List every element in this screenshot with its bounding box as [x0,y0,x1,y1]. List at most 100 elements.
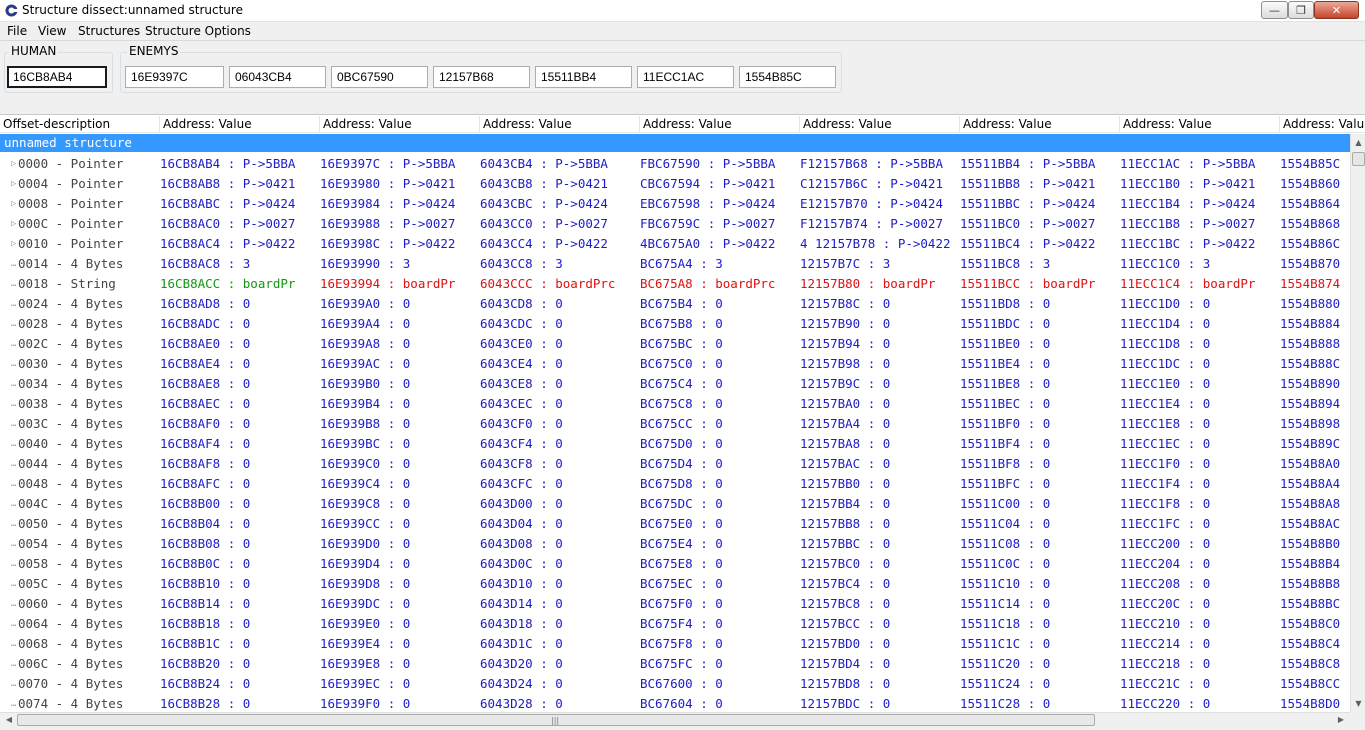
tree-row[interactable]: ▷ 000C - Pointer 16CB8AC0 : P->0027 16E9398… [0,214,1350,234]
address-value-cell[interactable]: 16E9397C : P->5BBA [320,154,480,174]
address-value-cell[interactable]: 16CB8AC0 : P->0027 [160,214,320,234]
address-value-cell[interactable]: 1554B898 [1280,414,1350,434]
address-value-cell[interactable]: 6043CBC : P->0424 [480,194,640,214]
address-value-cell[interactable]: 16CB8AC4 : P->0422 [160,234,320,254]
address-value-cell[interactable]: 12157BCC : 0 [800,614,960,634]
tree-row[interactable]: … 0074 - 4 Bytes 16CB8B28 : 0 16E939F0 : 06… [0,694,1350,712]
menu-file[interactable]: File [7,24,27,38]
address-value-cell[interactable]: FBC67590 : P->5BBA [640,154,800,174]
address-value-cell[interactable]: F12157B74 : P->0027 [800,214,960,234]
tree-row[interactable]: … 005C - 4 Bytes 16CB8B10 : 0 16E939D8 : 06… [0,574,1350,594]
minimize-button[interactable]: — [1261,1,1288,19]
tree-row[interactable]: … 0060 - 4 Bytes 16CB8B14 : 0 16E939DC : 06… [0,594,1350,614]
address-value-cell[interactable]: BC675E0 : 0 [640,514,800,534]
enemy-address-input-1[interactable]: 16E9397C [125,66,224,88]
tree-row[interactable]: … 0050 - 4 Bytes 16CB8B04 : 0 16E939CC : 06… [0,514,1350,534]
address-value-cell[interactable]: 12157BAC : 0 [800,454,960,474]
address-value-cell[interactable]: 1554B8AC [1280,514,1350,534]
vertical-scroll-thumb[interactable] [1352,152,1365,166]
address-value-cell[interactable]: 15511C00 : 0 [960,494,1120,514]
address-value-cell[interactable]: 6043CC4 : P->0422 [480,234,640,254]
address-value-cell[interactable]: 1554B8A0 [1280,454,1350,474]
tree-row[interactable]: ▷ 0010 - Pointer 16CB8AC4 : P->0422 16E9398… [0,234,1350,254]
address-value-cell[interactable]: 12157BDC : 0 [800,694,960,712]
address-value-cell[interactable]: 15511C20 : 0 [960,654,1120,674]
address-value-cell[interactable]: 15511BDC : 0 [960,314,1120,334]
address-value-cell[interactable]: 16E939D8 : 0 [320,574,480,594]
address-value-cell[interactable]: 16E939E4 : 0 [320,634,480,654]
address-value-cell[interactable]: 1554B880 [1280,294,1350,314]
address-value-cell[interactable]: 15511BBC : P->0424 [960,194,1120,214]
address-value-cell[interactable]: 1554B874 [1280,274,1350,294]
address-value-cell[interactable]: 15511BCC : boardPr [960,274,1120,294]
close-button[interactable]: ✕ [1314,1,1359,19]
enemy-address-input-2[interactable]: 06043CB4 [229,66,326,88]
address-value-cell[interactable]: 1554B86C [1280,234,1350,254]
enemy-address-input-5[interactable]: 15511BB4 [535,66,632,88]
address-value-cell[interactable]: 16CB8AC8 : 3 [160,254,320,274]
structure-tree[interactable]: unnamed structure ▷ 0000 - Pointer 16CB8AB… [0,134,1350,712]
address-value-cell[interactable]: BC675B4 : 0 [640,294,800,314]
address-value-cell[interactable]: 12157BC4 : 0 [800,574,960,594]
address-value-cell[interactable]: 6043D00 : 0 [480,494,640,514]
address-value-cell[interactable]: 6043CE8 : 0 [480,374,640,394]
address-value-cell[interactable]: 16CB8B18 : 0 [160,614,320,634]
address-value-cell[interactable]: 16CB8AF4 : 0 [160,434,320,454]
address-value-cell[interactable]: 16CB8AE0 : 0 [160,334,320,354]
address-value-cell[interactable]: 6043D10 : 0 [480,574,640,594]
tree-row[interactable]: … 0014 - 4 Bytes 16CB8AC8 : 3 16E93990 : 36… [0,254,1350,274]
address-value-cell[interactable]: 16CB8ADC : 0 [160,314,320,334]
address-value-cell[interactable]: 15511C18 : 0 [960,614,1120,634]
address-value-cell[interactable]: 6043CE0 : 0 [480,334,640,354]
address-value-cell[interactable]: 12157B7C : 3 [800,254,960,274]
tree-row[interactable]: … 0024 - 4 Bytes 16CB8AD8 : 0 16E939A0 : 06… [0,294,1350,314]
address-value-cell[interactable]: 11ECC1DC : 0 [1120,354,1280,374]
address-value-cell[interactable]: 11ECC1B8 : P->0027 [1120,214,1280,234]
address-value-cell[interactable]: 16CB8B28 : 0 [160,694,320,712]
address-value-cell[interactable]: 6043D0C : 0 [480,554,640,574]
tree-row[interactable]: … 0034 - 4 Bytes 16CB8AE8 : 0 16E939B0 : 06… [0,374,1350,394]
address-value-cell[interactable]: BC675CC : 0 [640,414,800,434]
address-value-cell[interactable]: 1554B8C0 [1280,614,1350,634]
tree-row[interactable]: … 0058 - 4 Bytes 16CB8B0C : 0 16E939D4 : 06… [0,554,1350,574]
address-value-cell[interactable]: 1554B8B0 [1280,534,1350,554]
address-value-cell[interactable]: 16E939DC : 0 [320,594,480,614]
address-value-cell[interactable]: 15511BFC : 0 [960,474,1120,494]
column-address-value-2[interactable]: Address: Value [320,116,480,133]
address-value-cell[interactable]: 11ECC20C : 0 [1120,594,1280,614]
tree-row[interactable]: … 0038 - 4 Bytes 16CB8AEC : 0 16E939B4 : 06… [0,394,1350,414]
address-value-cell[interactable]: 1554B8A8 [1280,494,1350,514]
address-value-cell[interactable]: 6043D04 : 0 [480,514,640,534]
address-value-cell[interactable]: 15511BB4 : P->5BBA [960,154,1120,174]
address-value-cell[interactable]: 6043CDC : 0 [480,314,640,334]
tree-row[interactable]: … 004C - 4 Bytes 16CB8B00 : 0 16E939C8 : 06… [0,494,1350,514]
address-value-cell[interactable]: 12157BD0 : 0 [800,634,960,654]
address-value-cell[interactable]: 16CB8ACC : boardPr [160,274,320,294]
scroll-right-arrow-icon[interactable]: ▶ [1334,713,1348,727]
tree-row[interactable]: … 0028 - 4 Bytes 16CB8ADC : 0 16E939A4 : 06… [0,314,1350,334]
address-value-cell[interactable]: 15511BF8 : 0 [960,454,1120,474]
expand-arrow-icon[interactable]: ▷ [11,174,16,194]
address-value-cell[interactable]: 11ECC1FC : 0 [1120,514,1280,534]
address-value-cell[interactable]: 11ECC1B4 : P->0424 [1120,194,1280,214]
address-value-cell[interactable]: 1554B890 [1280,374,1350,394]
address-value-cell[interactable]: 16E93988 : P->0027 [320,214,480,234]
address-value-cell[interactable]: 1554B860 [1280,174,1350,194]
address-value-cell[interactable]: 1554B8D0 [1280,694,1350,712]
address-value-cell[interactable]: 11ECC1EC : 0 [1120,434,1280,454]
address-value-cell[interactable]: 12157B98 : 0 [800,354,960,374]
enemy-address-input-3[interactable]: 0BC67590 [331,66,428,88]
address-value-cell[interactable]: 4BC675A0 : P->0422 [640,234,800,254]
address-value-cell[interactable]: 15511BC8 : 3 [960,254,1120,274]
address-value-cell[interactable]: 15511C0C : 0 [960,554,1120,574]
address-value-cell[interactable]: BC675D0 : 0 [640,434,800,454]
column-address-value-4[interactable]: Address: Value [640,116,800,133]
address-value-cell[interactable]: 1554B8A4 [1280,474,1350,494]
column-address-value-8[interactable]: Address: Value [1280,116,1365,133]
address-value-cell[interactable]: 15511C10 : 0 [960,574,1120,594]
address-value-cell[interactable]: BC67604 : 0 [640,694,800,712]
address-value-cell[interactable]: E12157B70 : P->0424 [800,194,960,214]
address-value-cell[interactable]: 6043D28 : 0 [480,694,640,712]
address-value-cell[interactable]: 6043D24 : 0 [480,674,640,694]
menu-structures[interactable]: Structures [78,24,140,38]
